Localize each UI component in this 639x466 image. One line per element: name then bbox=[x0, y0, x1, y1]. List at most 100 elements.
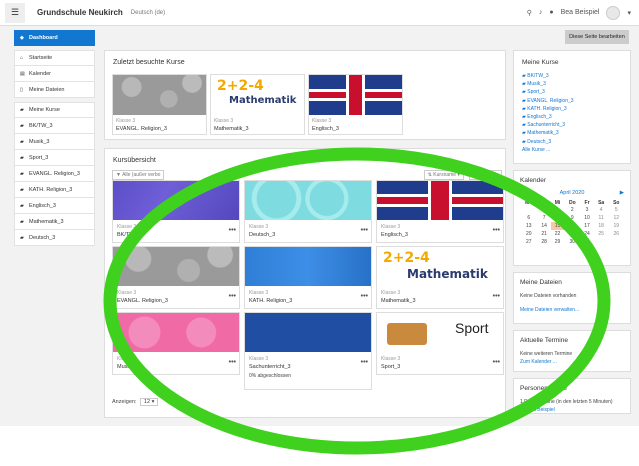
all-courses-link[interactable]: Alle Kurse ... bbox=[522, 146, 622, 154]
calendar-day[interactable]: 23 bbox=[564, 230, 580, 238]
calendar-day[interactable]: 18 bbox=[594, 222, 609, 230]
course-name[interactable]: Musik_3 bbox=[113, 362, 239, 372]
course-name[interactable]: Sport_3 bbox=[377, 362, 503, 372]
nav-item[interactable]: ◈ Dashboard bbox=[14, 30, 95, 46]
calendar-day[interactable]: 2 bbox=[564, 206, 580, 214]
calendar-day[interactable]: 7 bbox=[537, 214, 550, 222]
notification-icon[interactable]: ♪ bbox=[539, 9, 543, 16]
calendar-day[interactable]: 1 bbox=[551, 206, 564, 214]
next-month-icon[interactable]: ▶ bbox=[620, 190, 624, 196]
prev-month-icon[interactable]: ◀ bbox=[520, 190, 524, 196]
my-course-link[interactable]: ▰ Mathematik_3 bbox=[522, 129, 622, 137]
menu-toggle-icon[interactable]: ☰ bbox=[5, 2, 25, 23]
calendar-day[interactable]: 14 bbox=[537, 222, 550, 230]
nav-item[interactable]: ▤ Kalender bbox=[14, 66, 95, 82]
recent-course-card[interactable]: 2+2-4 Mathematik Klasse 3 Mathematik_3 bbox=[210, 74, 305, 135]
calendar-day[interactable]: 19 bbox=[609, 222, 624, 230]
calendar-day[interactable]: 30 bbox=[564, 238, 580, 246]
nav-item[interactable]: ▰ EVANGL. Religion_3 bbox=[14, 166, 95, 182]
chevron-down-icon[interactable]: ▾ bbox=[627, 9, 631, 17]
course-name[interactable]: Sachunterricht_3 bbox=[245, 362, 371, 372]
course-tile[interactable]: ••• Klasse 3 EVANGL. Religion_3 bbox=[112, 246, 240, 309]
recent-course-card[interactable]: Klasse 3 Englisch_3 bbox=[308, 74, 403, 135]
calendar-day[interactable]: 28 bbox=[537, 238, 550, 246]
calendar-day[interactable]: 25 bbox=[594, 230, 609, 238]
calendar-day[interactable]: 16 bbox=[564, 222, 580, 230]
course-name[interactable]: EVANGL. Religion_3 bbox=[113, 124, 206, 134]
calendar-month[interactable]: April 2020 bbox=[560, 190, 585, 196]
nav-item[interactable]: ▰ Meine Kurse bbox=[14, 102, 95, 118]
course-tile[interactable]: ••• Klasse 3 BK/TW_3 bbox=[112, 180, 240, 243]
my-course-link[interactable]: ▰ Englisch_3 bbox=[522, 113, 622, 121]
course-tile[interactable]: ••• Klasse 3 Englisch_3 bbox=[376, 180, 504, 243]
calendar-day[interactable]: 11 bbox=[594, 214, 609, 222]
calendar-day[interactable]: 24 bbox=[580, 230, 593, 238]
language-menu[interactable]: Deutsch (de) bbox=[131, 10, 165, 16]
course-name[interactable]: EVANGL. Religion_3 bbox=[113, 296, 239, 306]
nav-item[interactable]: ⌂ Startseite bbox=[14, 50, 95, 66]
online-user[interactable]: ◯ Bea Beispiel bbox=[520, 406, 624, 414]
course-menu-icon[interactable]: ••• bbox=[493, 359, 500, 366]
calendar-day[interactable]: 12 bbox=[609, 214, 624, 222]
calendar-day[interactable]: 4 bbox=[594, 206, 609, 214]
nav-item[interactable]: ▰ Mathematik_3 bbox=[14, 214, 95, 230]
course-tile[interactable]: ••• Klasse 3 KATH. Religion_3 bbox=[244, 246, 372, 309]
course-tile[interactable]: Sport ••• Klasse 3 Sport_3 bbox=[376, 312, 504, 375]
my-course-link[interactable]: ▰ Sachunterricht_3 bbox=[522, 121, 622, 129]
course-name[interactable]: Englisch_3 bbox=[309, 124, 402, 134]
course-menu-icon[interactable]: ••• bbox=[361, 359, 368, 366]
course-name[interactable]: Mathematik_3 bbox=[377, 296, 503, 306]
calendar-day[interactable]: 8 bbox=[551, 214, 564, 222]
my-course-link[interactable]: ▰ BK/TW_3 bbox=[522, 72, 622, 80]
show-count-select[interactable]: 12 ▾ bbox=[140, 398, 159, 406]
course-name[interactable]: Mathematik_3 bbox=[211, 124, 304, 134]
calendar-day[interactable]: 3 bbox=[580, 206, 593, 214]
calendar-day[interactable]: 17 bbox=[580, 222, 593, 230]
calendar-day[interactable]: 21 bbox=[537, 230, 550, 238]
view-dropdown[interactable]: ▦ Kachel ▾ bbox=[468, 170, 502, 180]
course-name[interactable]: KATH. Religion_3 bbox=[245, 296, 371, 306]
calendar-day[interactable]: 29 bbox=[551, 238, 564, 246]
my-course-link[interactable]: ▰ KATH. Religion_3 bbox=[522, 105, 622, 113]
course-menu-icon[interactable]: ••• bbox=[229, 359, 236, 366]
avatar[interactable] bbox=[606, 5, 621, 20]
nav-item[interactable]: ▰ BK/TW_3 bbox=[14, 118, 95, 134]
course-menu-icon[interactable]: ••• bbox=[229, 293, 236, 300]
course-menu-icon[interactable]: ••• bbox=[493, 293, 500, 300]
calendar-day[interactable]: 26 bbox=[609, 230, 624, 238]
calendar-day[interactable]: 22 bbox=[551, 230, 564, 238]
course-menu-icon[interactable]: ••• bbox=[361, 227, 368, 234]
recent-course-card[interactable]: Klasse 3 EVANGL. Religion_3 bbox=[112, 74, 207, 135]
course-name[interactable]: Englisch_3 bbox=[377, 230, 503, 240]
calendar-day[interactable]: 10 bbox=[580, 214, 593, 222]
course-name[interactable]: Deutsch_3 bbox=[245, 230, 371, 240]
calendar-day[interactable]: 5 bbox=[609, 206, 624, 214]
my-course-link[interactable]: ▰ Sport_3 bbox=[522, 88, 622, 96]
nav-item[interactable]: ▰ Englisch_3 bbox=[14, 198, 95, 214]
sort-dropdown[interactable]: ⇅ Kursname ▾ bbox=[423, 170, 464, 180]
course-tile[interactable]: 2+2-4 Mathematik ••• Klasse 3 Mathematik_3 bbox=[376, 246, 504, 309]
calendar-day[interactable]: 13 bbox=[520, 222, 537, 230]
search-icon[interactable]: ⚲ bbox=[527, 9, 532, 17]
nav-item[interactable]: ▰ KATH. Religion_3 bbox=[14, 182, 95, 198]
nav-item[interactable]: ▰ Sport_3 bbox=[14, 150, 95, 166]
message-icon[interactable]: ● bbox=[549, 9, 553, 16]
calendar-day[interactable]: 15 bbox=[550, 222, 565, 230]
course-menu-icon[interactable]: ••• bbox=[361, 293, 368, 300]
course-tile[interactable]: ••• Klasse 3 Musik_3 bbox=[112, 312, 240, 375]
calendar-day[interactable]: 27 bbox=[520, 238, 537, 246]
nav-item[interactable]: ▰ Musik_3 bbox=[14, 134, 95, 150]
filter-dropdown[interactable]: ▼ Alle (außer verbo bbox=[112, 170, 165, 180]
site-name[interactable]: Grundschule Neukirch bbox=[37, 8, 123, 17]
calendar-day[interactable]: 20 bbox=[520, 230, 537, 238]
my-course-link[interactable]: ▰ Deutsch_3 bbox=[522, 138, 622, 146]
manage-files-link[interactable]: Meine Dateien verwalten... bbox=[520, 306, 624, 314]
go-to-calendar-link[interactable]: Zum Kalender ... bbox=[520, 358, 624, 366]
course-menu-icon[interactable]: ••• bbox=[229, 227, 236, 234]
course-menu-icon[interactable]: ••• bbox=[493, 227, 500, 234]
user-name[interactable]: Bea Beispiel bbox=[561, 9, 600, 16]
course-tile[interactable]: ••• Klasse 3 Deutsch_3 bbox=[244, 180, 372, 243]
my-course-link[interactable]: ▰ Musik_3 bbox=[522, 80, 622, 88]
course-tile[interactable]: ••• Klasse 3 Sachunterricht_3 0% abgeschlos… bbox=[244, 312, 372, 390]
calendar-day[interactable]: 6 bbox=[520, 214, 537, 222]
